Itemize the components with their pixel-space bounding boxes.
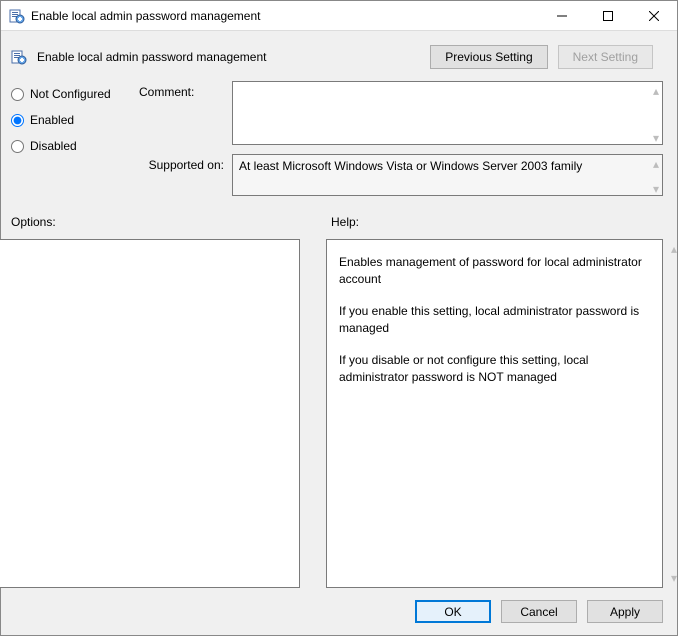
scroll-hint: ▴▾ [671,242,677,585]
policy-icon [9,8,25,24]
help-text: Enables management of password for local… [339,254,650,289]
help-pane[interactable]: Enables management of password for local… [326,239,663,588]
radio-not-configured-label: Not Configured [30,87,111,101]
maximize-button[interactable] [585,1,631,30]
sub-header: Enable local admin password management P… [1,31,677,79]
settings-grid: Not Configured Enabled Disabled Comment:… [1,79,677,209]
title-bar: Enable local admin password management [1,1,677,31]
dialog-footer: OK Cancel Apply [1,588,677,635]
next-setting-button[interactable]: Next Setting [558,45,653,69]
radio-disabled-label: Disabled [30,139,77,153]
options-pane[interactable] [0,239,300,588]
lower-panes: Enables management of password for local… [1,233,677,588]
radio-disabled[interactable]: Disabled [11,139,131,153]
policy-title: Enable local admin password management [37,50,420,64]
state-radios: Not Configured Enabled Disabled [11,81,131,153]
supported-label: Supported on: [139,154,224,172]
window-title: Enable local admin password management [31,9,539,23]
policy-icon [11,49,27,65]
radio-not-configured[interactable]: Not Configured [11,87,131,101]
previous-setting-button[interactable]: Previous Setting [430,45,547,69]
minimize-icon [557,11,567,21]
close-button[interactable] [631,1,677,30]
ok-button[interactable]: OK [415,600,491,623]
help-label: Help: [331,215,359,229]
help-text: If you disable or not configure this set… [339,352,650,387]
supported-on-field [232,154,663,196]
radio-enabled[interactable]: Enabled [11,113,131,127]
radio-disabled-input[interactable] [11,140,24,153]
cancel-button[interactable]: Cancel [501,600,577,623]
help-text: If you enable this setting, local admini… [339,303,650,338]
apply-button[interactable]: Apply [587,600,663,623]
close-icon [649,11,659,21]
radio-not-configured-input[interactable] [11,88,24,101]
comment-input[interactable] [232,81,663,145]
radio-enabled-label: Enabled [30,113,74,127]
options-label: Options: [11,215,331,229]
comment-label: Comment: [139,81,224,99]
minimize-button[interactable] [539,1,585,30]
lower-headers: Options: Help: [1,209,677,233]
radio-enabled-input[interactable] [11,114,24,127]
maximize-icon [603,11,613,21]
